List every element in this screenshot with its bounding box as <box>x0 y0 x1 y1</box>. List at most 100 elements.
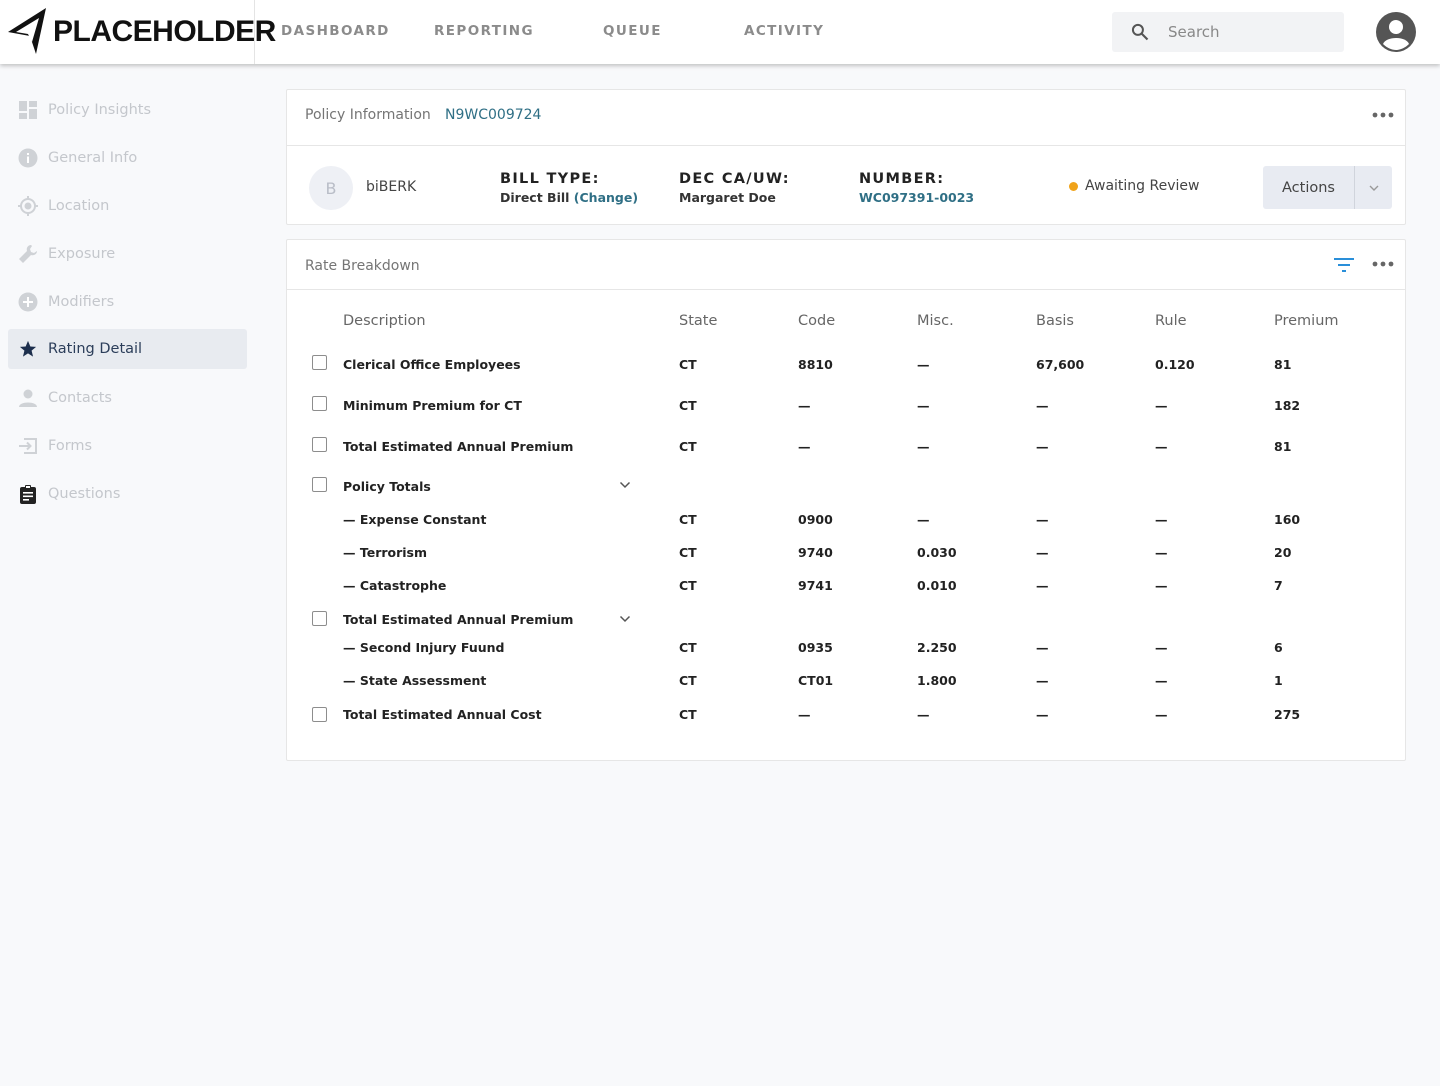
status-dot <box>1069 182 1078 191</box>
star-icon <box>17 338 39 360</box>
cell-description: Clerical Office Employees <box>343 357 521 372</box>
filter-icon[interactable] <box>1334 257 1354 273</box>
sidebar-item-forms[interactable]: Forms <box>8 426 247 466</box>
cell-description: — Expense Constant <box>343 512 487 527</box>
sidebar-item-modifiers[interactable]: Modifiers <box>8 282 247 322</box>
search-input[interactable] <box>1168 23 1318 41</box>
row-checkbox[interactable] <box>312 477 327 492</box>
change-bill-type-link[interactable]: (Change) <box>574 190 638 205</box>
sidebar-item-label: General Info <box>48 150 138 166</box>
column-header-description: Description <box>343 313 426 329</box>
cell-state: CT <box>679 398 697 413</box>
cell-rule: — <box>1155 512 1168 527</box>
cell-rule: — <box>1155 673 1168 688</box>
row-checkbox[interactable] <box>312 355 327 370</box>
column-header-rule: Rule <box>1155 313 1187 329</box>
column-header-premium: Premium <box>1274 313 1339 329</box>
actions-dropdown-toggle[interactable] <box>1355 166 1392 209</box>
cell-basis: — <box>1036 545 1049 560</box>
cell-rule: — <box>1155 398 1168 413</box>
cell-state: CT <box>679 357 697 372</box>
cell-misc: — <box>917 439 930 454</box>
cell-premium: 182 <box>1274 398 1301 413</box>
status-badge: Awaiting Review <box>1085 178 1200 194</box>
person-icon <box>17 387 39 409</box>
add-circle-icon <box>17 291 39 313</box>
card-header: Rate Breakdown <box>287 240 1405 290</box>
cell-basis: — <box>1036 439 1049 454</box>
cell-description: — Catastrophe <box>343 578 447 593</box>
cell-basis: — <box>1036 398 1049 413</box>
chevron-down-icon[interactable] <box>619 615 631 623</box>
brand-name: PLACEHOLDER <box>53 15 276 48</box>
actions-button[interactable]: Actions <box>1263 166 1392 209</box>
actions-button-label[interactable]: Actions <box>1263 166 1355 209</box>
search-icon <box>1131 23 1149 41</box>
sidebar-item-general-info[interactable]: General Info <box>8 138 247 178</box>
logo-arrow-icon <box>8 8 46 54</box>
row-checkbox[interactable] <box>312 707 327 722</box>
sidebar-item-questions[interactable]: Questions <box>8 474 247 514</box>
sidebar-item-location[interactable]: Location <box>8 186 247 226</box>
sidebar-item-label: Policy Insights <box>48 102 152 118</box>
cell-code: 0935 <box>798 640 833 655</box>
cell-state: CT <box>679 512 697 527</box>
cell-basis: — <box>1036 640 1049 655</box>
sidebar-item-exposure[interactable]: Exposure <box>8 234 247 274</box>
cell-rule: — <box>1155 707 1168 722</box>
sidebar-item-policy-insights[interactable]: Policy Insights <box>8 90 247 130</box>
cell-misc: — <box>917 512 930 527</box>
cell-code: CT01 <box>798 673 834 688</box>
logo-divider <box>254 0 255 64</box>
policy-id-link[interactable]: N9WC009724 <box>445 107 541 123</box>
row-checkbox[interactable] <box>312 611 327 626</box>
wrench-icon <box>17 243 39 265</box>
policy-information-card: Policy Information N9WC009724 B biBERK B… <box>286 89 1406 225</box>
nav-dashboard[interactable]: DASHBOARD <box>281 23 390 39</box>
cell-state: CT <box>679 640 697 655</box>
column-header-basis: Basis <box>1036 313 1074 329</box>
card-title: Policy Information <box>305 107 431 123</box>
cell-description: Total Estimated Annual Cost <box>343 707 542 722</box>
brand-logo[interactable]: PLACEHOLDER <box>6 6 276 58</box>
more-options-icon[interactable] <box>1372 112 1394 118</box>
cell-premium: 6 <box>1274 640 1283 655</box>
cell-basis: — <box>1036 673 1049 688</box>
bill-type-label: BILL TYPE: <box>500 171 600 187</box>
dec-value: Margaret Doe <box>679 190 776 205</box>
cell-rule: — <box>1155 439 1168 454</box>
row-checkbox[interactable] <box>312 437 327 452</box>
rate-breakdown-card: Rate Breakdown Description State Code Mi… <box>286 239 1406 761</box>
number-link[interactable]: WC097391-0023 <box>859 190 974 205</box>
sidebar-item-rating-detail[interactable]: Rating Detail <box>8 329 247 369</box>
column-header-code: Code <box>798 313 836 329</box>
location-icon <box>17 195 39 217</box>
row-checkbox[interactable] <box>312 396 327 411</box>
nav-activity[interactable]: ACTIVITY <box>744 23 824 39</box>
dec-label: DEC CA/UW: <box>679 171 790 187</box>
clipboard-icon <box>17 483 39 505</box>
cell-misc: 1.800 <box>917 673 957 688</box>
sidebar-item-contacts[interactable]: Contacts <box>8 378 247 418</box>
nav-reporting[interactable]: REPORTING <box>434 23 534 39</box>
search-box[interactable] <box>1112 12 1344 52</box>
nav-queue[interactable]: QUEUE <box>603 23 662 39</box>
cell-description: Total Estimated Annual Premium <box>343 439 574 454</box>
cell-premium: 275 <box>1274 707 1301 722</box>
top-bar: PLACEHOLDER DASHBOARD REPORTING QUEUE AC… <box>0 0 1440 64</box>
sidebar-item-label: Questions <box>48 486 121 502</box>
cell-state: CT <box>679 545 697 560</box>
cell-rule: — <box>1155 545 1168 560</box>
cell-code: 0900 <box>798 512 833 527</box>
sidebar-item-label: Rating Detail <box>48 341 143 357</box>
cell-description: — Terrorism <box>343 545 428 560</box>
cell-misc: — <box>917 707 930 722</box>
chevron-down-icon[interactable] <box>619 481 631 489</box>
account-avatar-icon[interactable] <box>1375 11 1417 53</box>
cell-state: CT <box>679 707 697 722</box>
company-name: biBERK <box>366 179 417 195</box>
more-options-icon[interactable] <box>1372 261 1394 267</box>
cell-code: — <box>798 398 811 413</box>
cell-misc: 2.250 <box>917 640 957 655</box>
cell-code: 9741 <box>798 578 833 593</box>
